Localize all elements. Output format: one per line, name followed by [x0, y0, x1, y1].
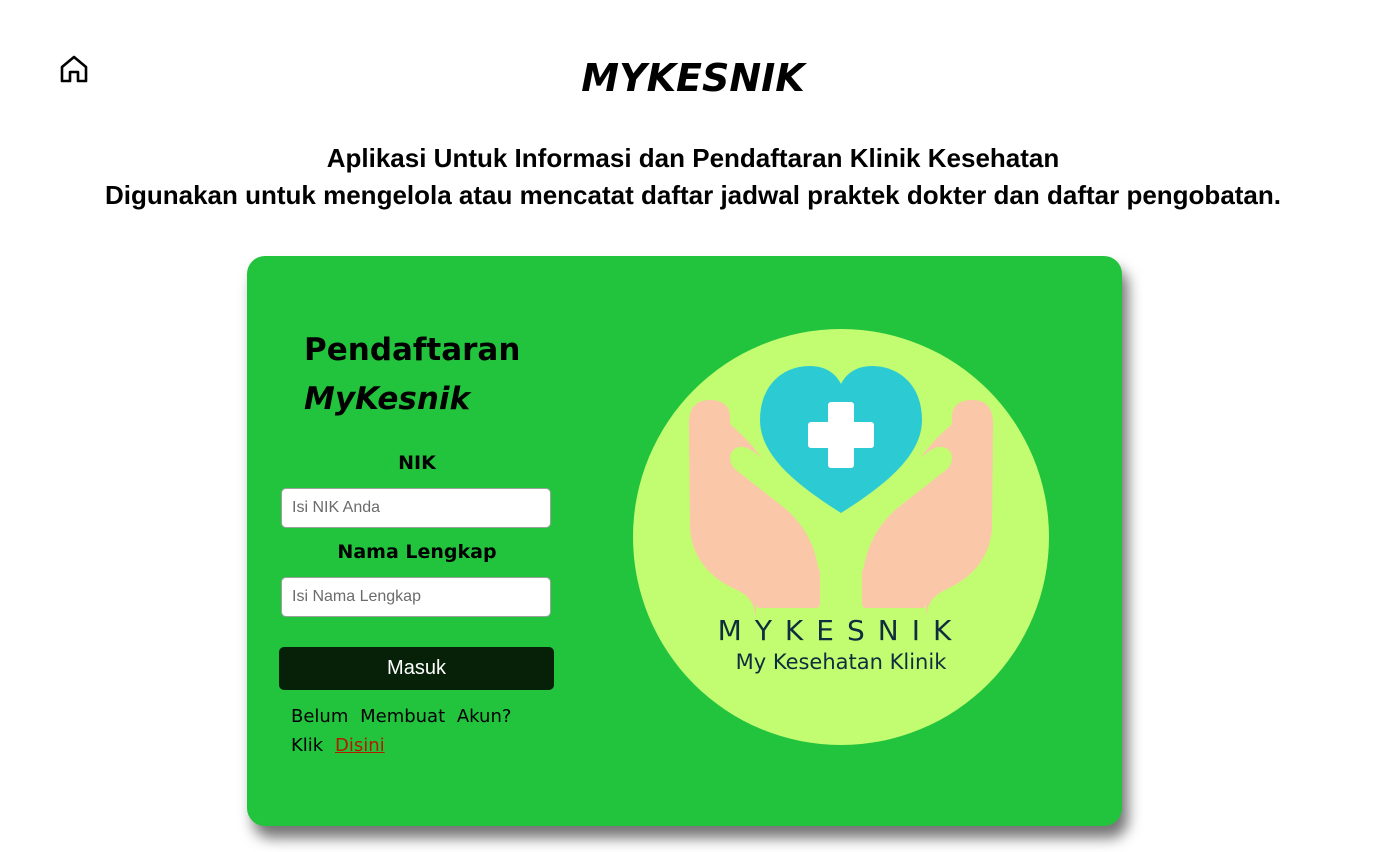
- signup-prompt-text: Belum Membuat Akun? Klik: [291, 706, 512, 756]
- form-title-line-1: Pendaftaran: [304, 332, 521, 368]
- subtitle-line-2: Digunakan untuk mengelola atau mencatat …: [104, 180, 1282, 210]
- app-title: MYKESNIK: [581, 56, 805, 100]
- signup-prompt: Belum Membuat Akun? Klik Disini: [291, 702, 531, 760]
- registration-card: Pendaftaran MyKesnik NIK Nama Lengkap Ma…: [247, 256, 1122, 826]
- app-subtitle: Aplikasi Untuk Informasi dan Pendaftaran…: [0, 140, 1386, 214]
- signup-link[interactable]: Disini: [335, 735, 385, 756]
- mykesnik-logo: MYKESNIK My Kesehatan Klinik: [633, 329, 1049, 745]
- nik-input[interactable]: [281, 488, 551, 528]
- form-title-line-2: MyKesnik: [304, 381, 471, 417]
- login-button[interactable]: Masuk: [279, 647, 554, 690]
- form-title: Pendaftaran MyKesnik: [304, 326, 520, 424]
- name-label: Nama Lengkap: [337, 541, 497, 563]
- full-name-input[interactable]: [281, 577, 551, 617]
- logo-brand: MYKESNIK: [718, 614, 965, 647]
- nik-label: NIK: [398, 452, 436, 474]
- subtitle-line-1: Aplikasi Untuk Informasi dan Pendaftaran…: [326, 143, 1060, 173]
- logo-tagline: My Kesehatan Klinik: [736, 650, 948, 674]
